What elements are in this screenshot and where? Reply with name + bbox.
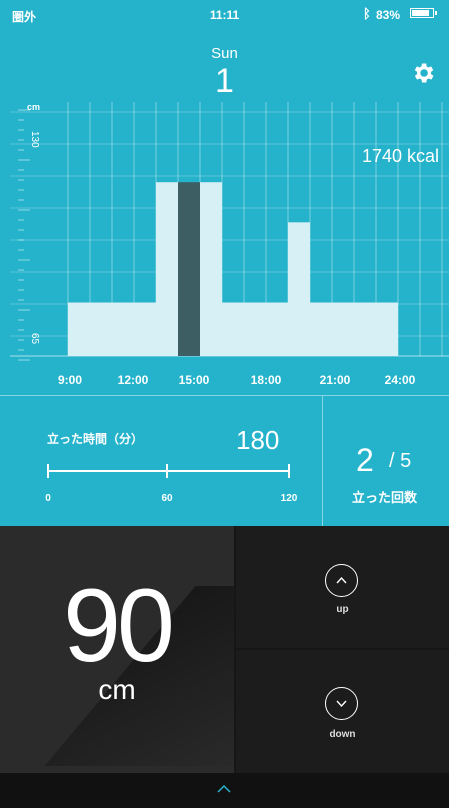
chart-bar [200,182,222,356]
scale-label: 120 [280,493,298,504]
chart-bar [156,182,178,356]
stand-count-label: 立った回数 [352,490,418,505]
standing-time-scale [47,470,290,472]
y-axis-unit: cm [27,102,41,112]
x-tick-label: 24:00 [384,373,416,387]
gear-icon[interactable] [410,60,436,86]
calorie-annotation: 1740 kcal [362,146,440,166]
x-tick-label: 15:00 [178,373,210,387]
up-button[interactable]: up [236,526,449,648]
battery-icon [410,8,437,18]
desk-height-unit: cm [98,674,136,705]
height-chart [10,102,449,361]
y-tick-label: 130 [29,131,40,148]
down-button[interactable]: down [236,650,449,773]
chart-bar [310,302,398,356]
x-tick-label: 18:00 [250,373,282,387]
scale-label: 60 [161,493,173,504]
x-tick-label: 21:00 [319,373,351,387]
stand-count-current: 2 [356,442,374,478]
chart-bar [288,222,310,356]
x-tick-label: 12:00 [117,373,149,387]
y-tick-label: 65 [29,333,40,345]
scale-tick [166,464,168,478]
stand-count-goal: / 5 [389,450,412,472]
status-bar: 圏外 11:11 ᛒ 83% [0,0,449,26]
desk-height-panel: 90 cm [0,526,234,773]
scale-tick [288,464,290,478]
desk-height-value: 90 [63,568,175,684]
chart-bar [68,302,156,356]
standing-time-label: 立った時間（分） [47,432,144,446]
stats-divider-vertical [322,396,323,526]
scale-label: 0 [45,493,51,504]
chevron-up-icon [325,564,358,597]
stats-divider [0,395,449,396]
x-tick-label: 9:00 [57,373,83,387]
chevron-down-icon [325,687,358,720]
down-button-label: down [329,729,356,740]
up-button-label: up [336,604,349,615]
bluetooth-icon: ᛒ [363,6,371,21]
chart-bar-current [178,182,200,356]
day-name: Sun [211,45,238,62]
scale-tick [47,464,49,478]
standing-time-value: 180 [236,425,280,455]
chevron-up-icon[interactable] [217,785,231,793]
battery-percent: 83% [376,8,401,22]
day-number: 1 [215,62,234,100]
chart-bar [222,302,288,356]
bottom-drawer-handle[interactable] [0,773,449,808]
